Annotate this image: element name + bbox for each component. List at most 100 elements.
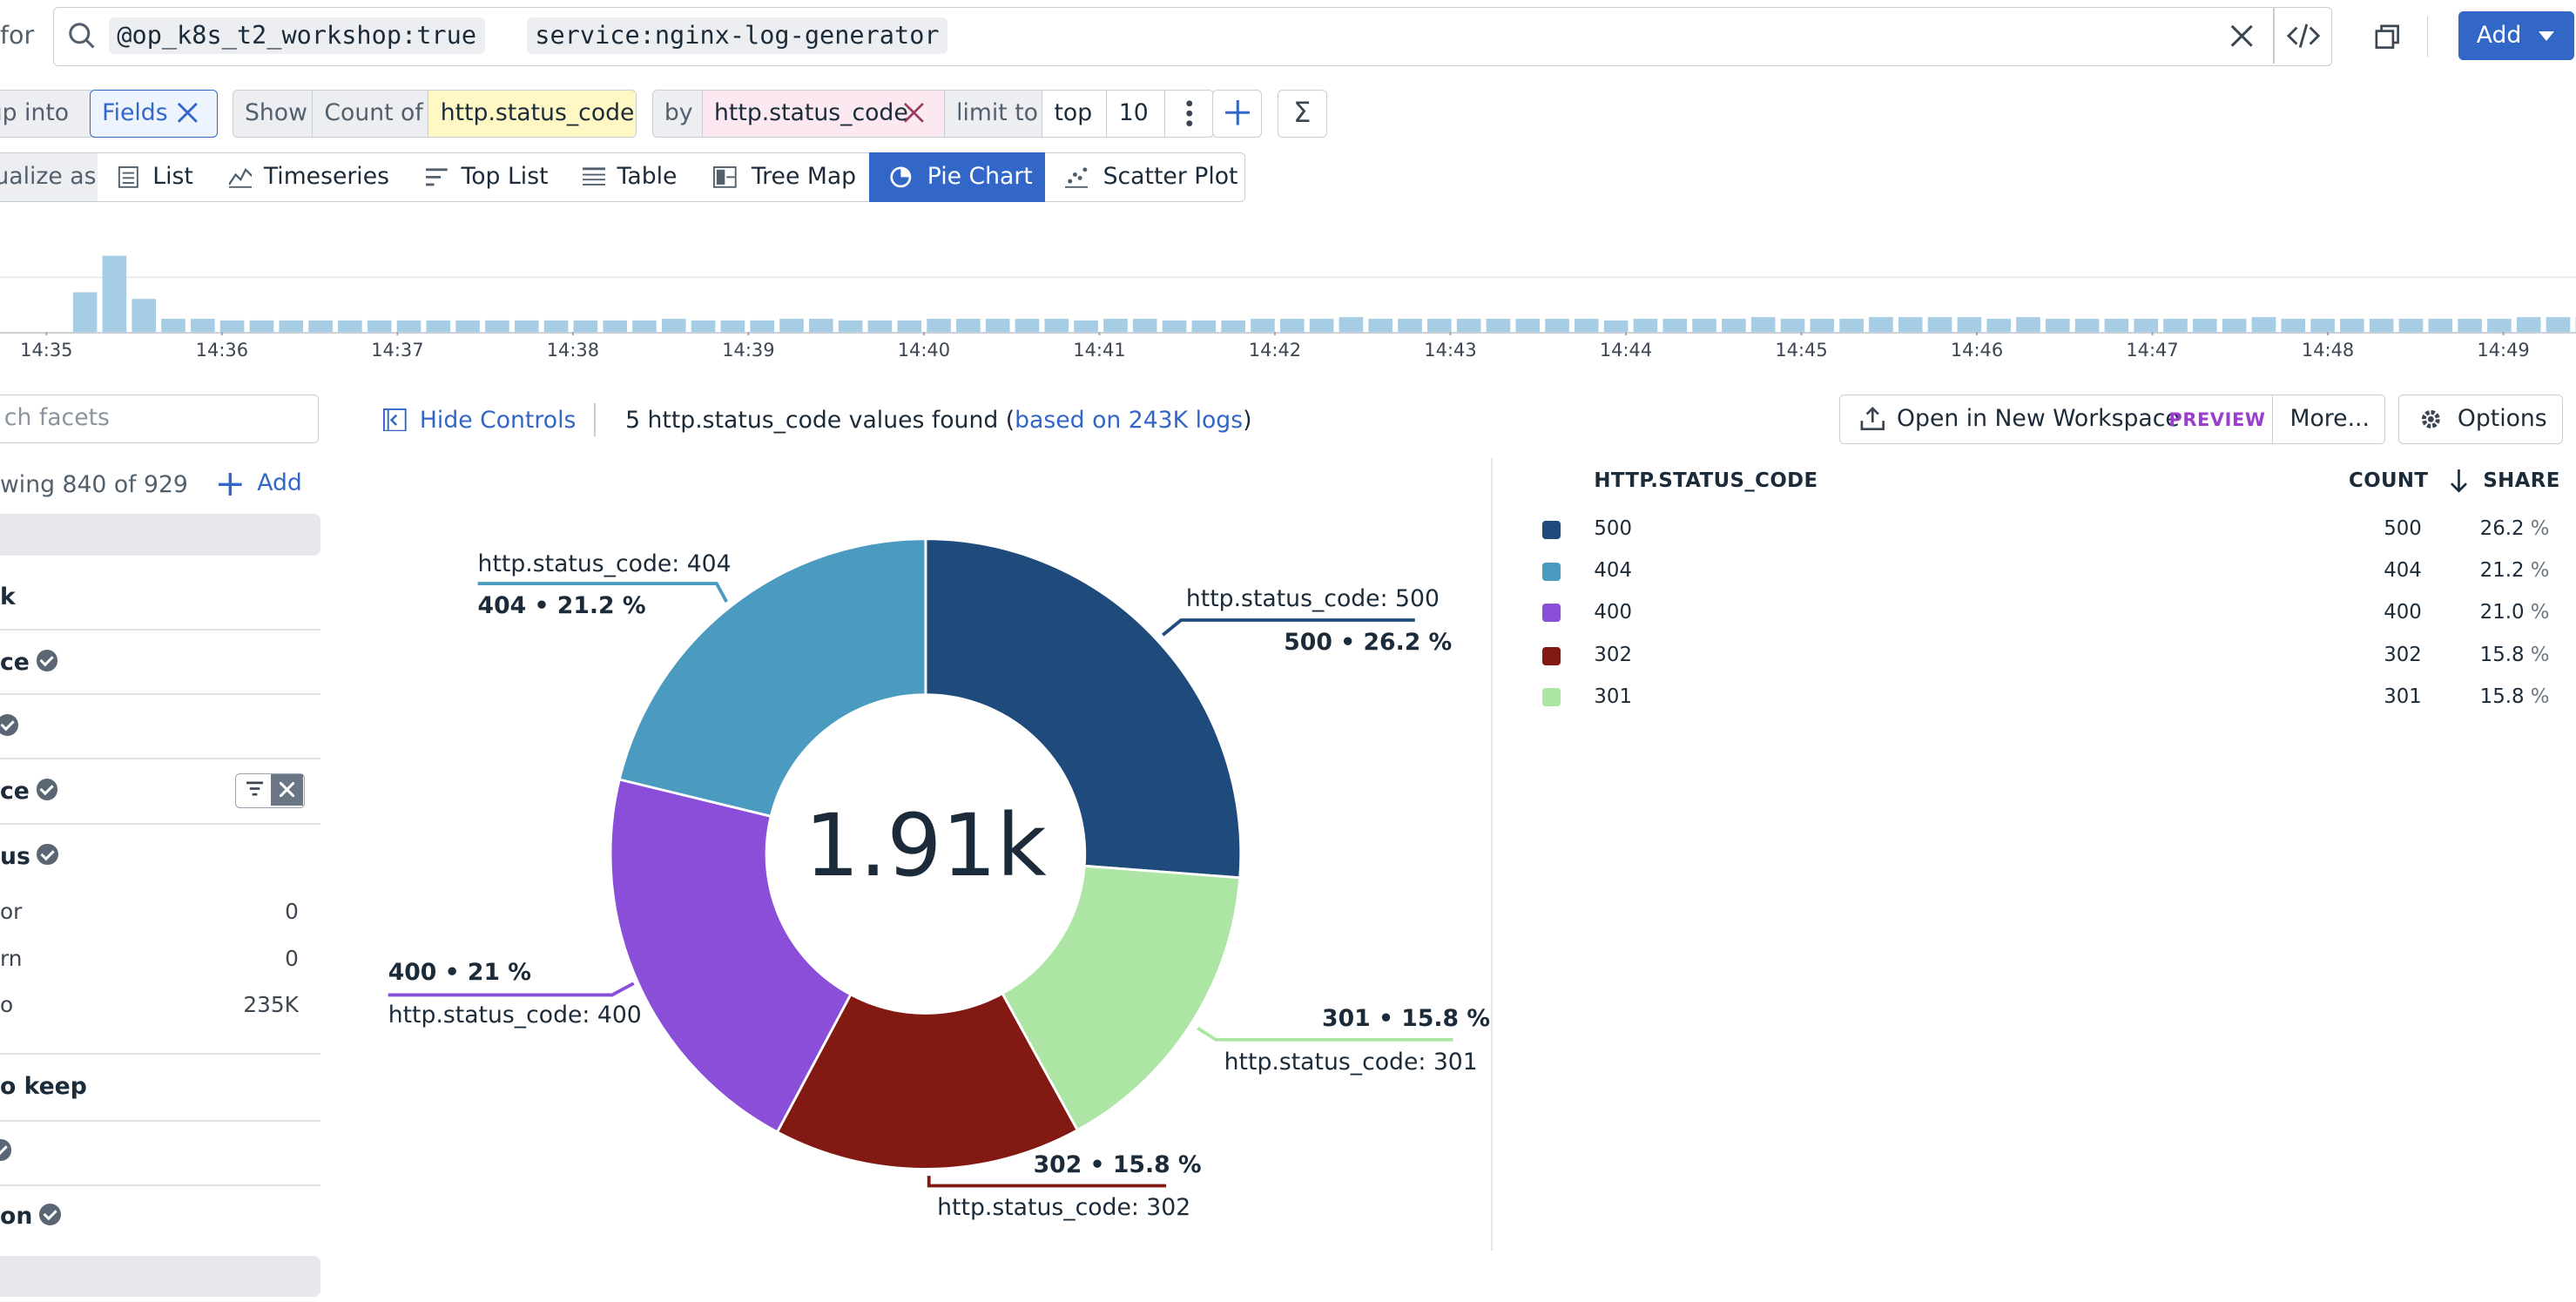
histogram-bar[interactable] [779, 319, 804, 332]
histogram-bar[interactable] [1781, 319, 1805, 332]
histogram-bar[interactable] [1928, 317, 1952, 332]
histogram-bar[interactable] [427, 320, 451, 332]
histogram-bar[interactable] [1604, 320, 1629, 332]
histogram-bar[interactable] [368, 320, 392, 332]
tab-list[interactable]: List [98, 152, 211, 202]
group-by-pill[interactable]: http.status_code [702, 90, 946, 138]
histogram-bar[interactable] [1811, 319, 1835, 332]
more-vertical-icon[interactable] [1164, 90, 1214, 138]
histogram-bar[interactable] [2399, 319, 2424, 332]
histogram-bar[interactable] [662, 319, 686, 332]
histogram-bar[interactable] [1986, 319, 2011, 332]
histogram-bar[interactable] [1722, 319, 1746, 332]
histogram-bar[interactable] [1103, 319, 1128, 332]
histogram-bar[interactable] [1515, 319, 1540, 332]
histogram-bar[interactable] [839, 320, 863, 332]
measure-pill[interactable]: http.status_code [428, 90, 637, 138]
histogram-bar[interactable] [1280, 319, 1305, 332]
histogram-bar[interactable] [1310, 319, 1334, 332]
legend-row[interactable]: 400 400 21.0 % [1540, 601, 2555, 634]
histogram-bar[interactable] [1192, 320, 1217, 332]
top-selector[interactable]: top [1042, 90, 1108, 138]
histogram-bar[interactable] [2487, 319, 2512, 332]
options-button[interactable]: Options [2398, 395, 2563, 444]
histogram-bar[interactable] [603, 320, 627, 332]
add-group-icon[interactable] [1212, 90, 1262, 138]
histogram-bar[interactable] [1662, 319, 1687, 332]
formula-sigma-icon[interactable]: Σ [1278, 90, 1327, 138]
facet-search-input[interactable]: ch facets [0, 395, 319, 442]
histogram-bar[interactable] [956, 319, 981, 332]
histogram-bar[interactable] [1958, 317, 1982, 332]
histogram-bar[interactable] [2546, 317, 2571, 332]
histogram-bar[interactable] [1368, 319, 1393, 332]
histogram-bar[interactable] [1545, 319, 1569, 332]
facet-value-row[interactable]: or0 [0, 899, 299, 924]
histogram-bar[interactable] [2016, 317, 2040, 332]
histogram-bar[interactable] [2458, 319, 2482, 332]
histogram-bar[interactable] [544, 320, 569, 332]
facet-row[interactable]: k [0, 584, 319, 611]
facet-value-row[interactable]: rn0 [0, 946, 299, 971]
histogram-bar[interactable] [485, 320, 509, 332]
facet-row[interactable] [0, 713, 319, 740]
logs-count-link[interactable]: based on 243K logs [1015, 407, 1243, 434]
histogram-bar[interactable] [1398, 319, 1422, 332]
tab-pie-chart[interactable]: Pie Chart [869, 152, 1047, 202]
legend-row[interactable]: 404 404 21.2 % [1540, 559, 2555, 592]
histogram-bar[interactable] [161, 319, 185, 332]
tab-timeseries[interactable]: Timeseries [209, 152, 408, 202]
histogram-bar[interactable] [1575, 319, 1599, 332]
log-volume-histogram[interactable] [0, 233, 2576, 335]
histogram-bar[interactable] [2105, 319, 2129, 332]
histogram-bar[interactable] [2134, 319, 2158, 332]
facet-row[interactable]: ce [0, 649, 319, 676]
legend-header-share[interactable]: SHARE [2483, 469, 2559, 492]
more-button[interactable]: More... [2272, 395, 2385, 444]
histogram-bar[interactable] [632, 320, 657, 332]
legend-row[interactable]: 302 302 15.8 % [1540, 644, 2555, 677]
tab-tree-map[interactable]: Tree Map [693, 152, 871, 202]
remove-fields-icon[interactable] [177, 102, 199, 124]
histogram-bar[interactable] [1221, 320, 1245, 332]
histogram-bar[interactable] [2310, 319, 2335, 332]
tab-table[interactable]: Table [563, 152, 695, 202]
histogram-bar[interactable] [1251, 319, 1275, 332]
histogram-bar[interactable] [191, 319, 215, 332]
histogram-bar[interactable] [1163, 320, 1187, 332]
histogram-bar[interactable] [2163, 319, 2188, 332]
histogram-bar[interactable] [1044, 319, 1069, 332]
histogram-bar[interactable] [809, 319, 833, 332]
limit-input[interactable]: 10 [1106, 90, 1166, 138]
legend-header-count[interactable]: COUNT [2349, 469, 2428, 492]
query-token-service[interactable]: service:nginx-log-generator [527, 17, 947, 54]
query-token-workshop[interactable]: @op_k8s_t2_workshop:true [109, 17, 485, 54]
histogram-bar[interactable] [1133, 319, 1157, 332]
histogram-bar[interactable] [2252, 317, 2276, 332]
histogram-bar[interactable] [2340, 319, 2364, 332]
histogram-bar[interactable] [455, 320, 480, 332]
facet-row[interactable]: o keep [0, 1073, 319, 1100]
facet-row[interactable]: us [0, 843, 319, 870]
histogram-bar[interactable] [2193, 319, 2217, 332]
histogram-bar[interactable] [103, 255, 127, 332]
histogram-bar[interactable] [1869, 317, 1893, 332]
fields-pill[interactable]: Fields [90, 90, 218, 138]
histogram-bar[interactable] [897, 320, 921, 332]
sort-descending-icon[interactable] [2450, 469, 2468, 493]
histogram-bar[interactable] [1074, 320, 1098, 332]
count-of-selector[interactable]: Count of [312, 90, 429, 138]
legend-row[interactable]: 500 500 26.2 % [1540, 517, 2555, 550]
histogram-bar[interactable] [2075, 319, 2100, 332]
histogram-bar[interactable] [1487, 319, 1511, 332]
histogram-bar[interactable] [2517, 317, 2541, 332]
histogram-bar[interactable] [2428, 319, 2452, 332]
facet-group-header[interactable] [0, 1256, 320, 1298]
histogram-bar[interactable] [397, 320, 421, 332]
histogram-bar[interactable] [308, 320, 333, 332]
add-button[interactable]: Add [2458, 11, 2574, 59]
histogram-bar[interactable] [131, 299, 156, 332]
filter-icon[interactable] [246, 780, 263, 799]
facet-group-header[interactable] [0, 514, 320, 556]
histogram-bar[interactable] [2370, 319, 2394, 332]
